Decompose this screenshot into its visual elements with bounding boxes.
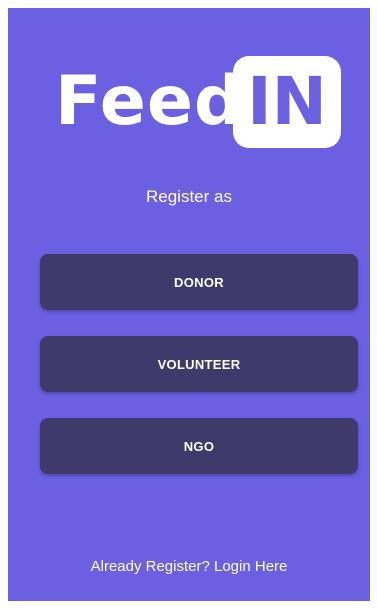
logo-in-text: IN	[247, 63, 327, 140]
volunteer-button-label: VOLUNTEER	[157, 356, 241, 372]
register-screen: Feed IN Register as DONOR VOLUNTEER NGO …	[8, 8, 370, 601]
donor-button[interactable]: DONOR	[40, 254, 358, 310]
volunteer-button[interactable]: VOLUNTEER	[40, 336, 358, 392]
login-link[interactable]: Already Register? Login Here	[8, 557, 370, 577]
donor-button-label: DONOR	[174, 274, 224, 290]
feedin-logo: Feed IN	[55, 56, 341, 148]
ngo-button-label: NGO	[183, 438, 215, 454]
logo-feed-text: Feed	[55, 62, 244, 141]
ngo-button[interactable]: NGO	[40, 418, 358, 474]
logo-in-badge: IN	[233, 56, 341, 148]
register-as-heading: Register as	[146, 187, 232, 206]
